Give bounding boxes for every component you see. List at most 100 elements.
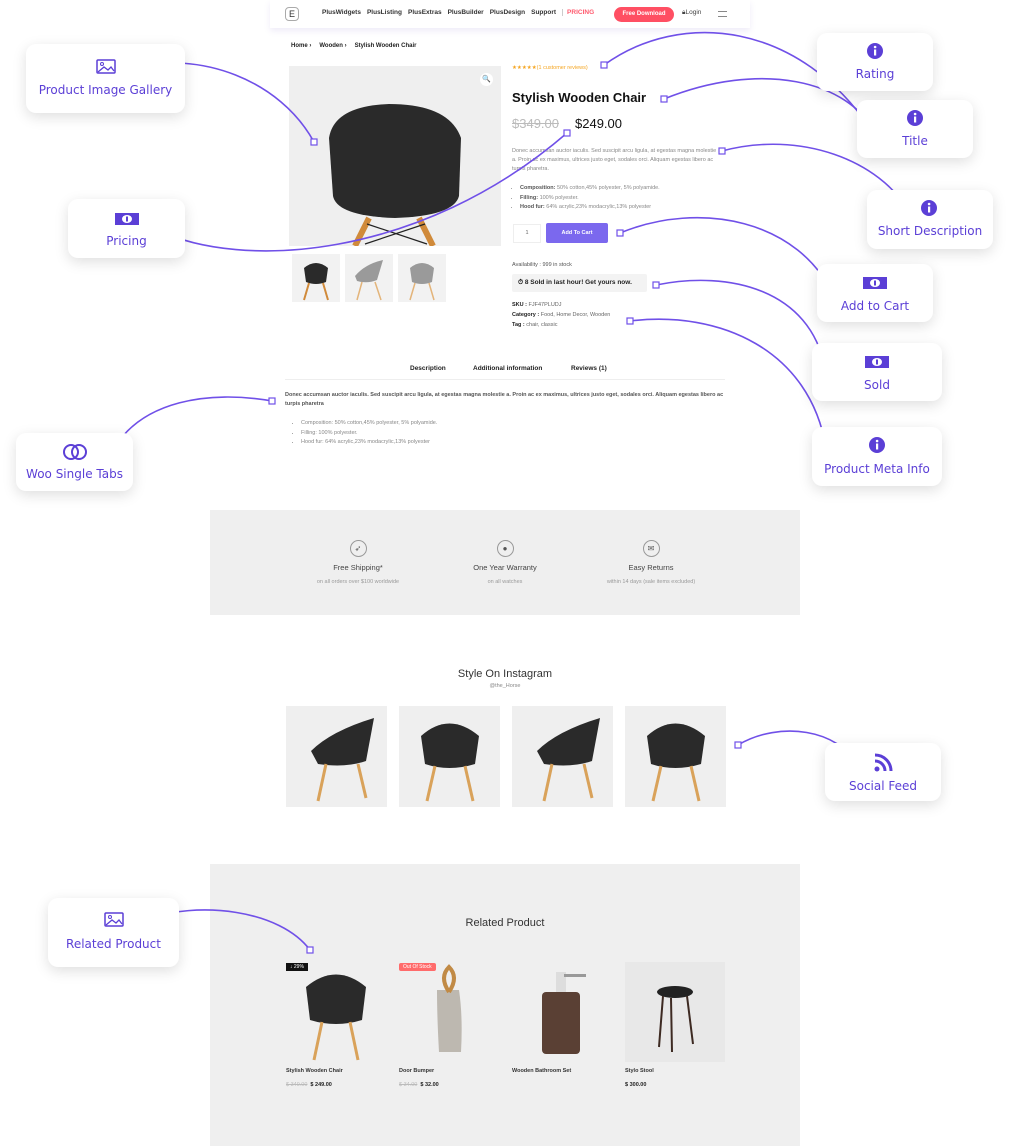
availability: Availability : 999 in stock bbox=[512, 262, 572, 268]
breadcrumb-home[interactable]: Home › bbox=[291, 43, 311, 49]
features-bar: ➶ Free Shipping* on all orders over $100… bbox=[210, 510, 800, 615]
tab-description[interactable]: Description bbox=[410, 365, 446, 372]
callout-label: Short Description bbox=[877, 224, 983, 238]
nav-pluslisting[interactable]: PlusListing bbox=[367, 9, 402, 16]
nav-plusextras[interactable]: PlusExtras bbox=[408, 9, 442, 16]
image-icon bbox=[103, 912, 124, 927]
chair-image bbox=[329, 104, 461, 246]
callout-label: Add to Cart bbox=[840, 299, 910, 313]
thumbnail-2[interactable] bbox=[345, 254, 393, 302]
callout-label: Product Meta Info bbox=[824, 462, 930, 476]
nav-pluswidgets[interactable]: PlusWidgets bbox=[322, 9, 361, 16]
related-product-card[interactable]: Stylo Stool $ 300.00 bbox=[625, 962, 725, 1088]
feature-warranty: ● One Year Warranty on all watches bbox=[425, 540, 585, 585]
banknote-icon bbox=[863, 277, 887, 289]
feature-subtitle: on all orders over $100 worldwide bbox=[316, 579, 400, 585]
feature-title: Free Shipping* bbox=[333, 563, 383, 572]
feature-item: Hood fur: 64% acrylic,23% modacrylic,13%… bbox=[520, 203, 720, 213]
nav-support[interactable]: Support bbox=[531, 9, 556, 16]
connector-sold bbox=[655, 279, 826, 369]
badge-icon: ● bbox=[496, 540, 514, 557]
product-name[interactable]: Stylo Stool bbox=[625, 1068, 725, 1074]
chair-photo bbox=[421, 723, 479, 802]
feature-title: One Year Warranty bbox=[473, 563, 537, 572]
product-name[interactable]: Wooden Bathroom Set bbox=[512, 1068, 612, 1074]
callout-short-description: Short Description bbox=[867, 190, 993, 249]
callout-sold: Sold bbox=[812, 343, 942, 401]
add-to-cart-button[interactable]: Add To Cart bbox=[546, 223, 608, 243]
banknote-icon bbox=[114, 213, 139, 225]
related-title: Related Product bbox=[465, 917, 545, 929]
callout-woo-single-tabs: Woo Single Tabs bbox=[16, 433, 133, 491]
thumbnail-3[interactable] bbox=[398, 254, 446, 302]
rss-icon bbox=[874, 753, 893, 772]
chair-thumb-grey-side bbox=[355, 260, 383, 301]
related-product-card[interactable]: Out Of Stock Door Bumper $ 34.00 $ 32.00 bbox=[399, 962, 499, 1088]
callout-pricing: Pricing bbox=[68, 199, 185, 258]
callout-label: Product Image Gallery bbox=[38, 83, 173, 97]
product-price: $ 300.00 bbox=[625, 1082, 647, 1088]
callout-label: Related Product bbox=[66, 937, 161, 951]
tab-additional-information[interactable]: Additional information bbox=[473, 365, 542, 372]
product-main-image[interactable]: 🔍 bbox=[289, 66, 501, 246]
nav-pricing[interactable]: PRICING bbox=[562, 9, 594, 16]
instagram-post[interactable] bbox=[625, 706, 726, 807]
product-name[interactable]: Stylish Wooden Chair bbox=[286, 1068, 386, 1074]
toggle-circles-icon bbox=[62, 444, 87, 460]
breadcrumb: Home › Wooden › Stylish Wooden Chair bbox=[291, 43, 416, 49]
callout-product-image-gallery: Product Image Gallery bbox=[26, 44, 185, 113]
info-icon bbox=[921, 200, 937, 216]
login-label: Login bbox=[685, 9, 702, 16]
door-bumper-photo bbox=[437, 964, 462, 1052]
product-meta: SKU : FJF47PLUDJ Category : Food, Home D… bbox=[512, 300, 610, 330]
top-navbar: E PlusWidgets PlusListing PlusExtras Plu… bbox=[270, 0, 750, 28]
tab-feature-item: Hood fur: 64% acrylic,23% modacrylic,13%… bbox=[301, 438, 437, 448]
banknote-icon bbox=[865, 356, 889, 368]
feature-subtitle: on all watches bbox=[487, 579, 523, 585]
instagram-handle[interactable]: @the_Horse bbox=[285, 683, 725, 689]
connector-meta bbox=[629, 318, 827, 449]
tab-reviews[interactable]: Reviews (1) bbox=[571, 365, 607, 372]
callout-product-meta-info: Product Meta Info bbox=[812, 427, 942, 486]
star-rating-icon: ★★★★★ bbox=[512, 65, 537, 71]
product-name[interactable]: Door Bumper bbox=[399, 1068, 499, 1074]
info-icon bbox=[869, 437, 885, 453]
chair-photo bbox=[306, 974, 366, 1061]
out-of-stock-badge: Out Of Stock bbox=[399, 963, 436, 971]
category-row[interactable]: Category : Food, Home Decor, Wooden bbox=[512, 310, 610, 320]
free-download-button[interactable]: Free Download bbox=[614, 7, 674, 22]
callout-social-feed: Social Feed bbox=[825, 743, 941, 801]
product-rating[interactable]: ★★★★★(1 customer reviews) bbox=[512, 65, 588, 71]
nav-plusbuilder[interactable]: PlusBuilder bbox=[448, 9, 484, 16]
login-link[interactable]: 🔒︎Login bbox=[682, 9, 701, 17]
chair-photo bbox=[647, 723, 705, 802]
feature-subtitle: within 14 days (sale items excluded) bbox=[606, 579, 696, 585]
instagram-post[interactable] bbox=[286, 706, 387, 807]
thumbnail-1[interactable] bbox=[292, 254, 340, 302]
tab-feature-item: Filling: 100% polyester. bbox=[301, 429, 437, 439]
info-icon bbox=[907, 110, 923, 126]
callout-label: Rating bbox=[855, 67, 895, 81]
feature-item: Filling: 100% polyester. bbox=[520, 194, 720, 204]
site-logo[interactable]: E bbox=[285, 7, 299, 21]
sku-row: SKU : FJF47PLUDJ bbox=[512, 302, 562, 308]
sold-notice: ⏱ 8 Sold in last hour! Get yours now. bbox=[512, 274, 647, 292]
chair-photo bbox=[537, 718, 600, 802]
nav-plusdesign[interactable]: PlusDesign bbox=[490, 9, 525, 16]
callout-label: Pricing bbox=[106, 234, 147, 248]
hamburger-icon[interactable] bbox=[718, 11, 727, 17]
callout-title: Title bbox=[857, 100, 973, 158]
breadcrumb-wooden[interactable]: Wooden › bbox=[319, 43, 346, 49]
chair-photo bbox=[311, 718, 374, 802]
related-product-card[interactable]: Wooden Bathroom Set bbox=[512, 962, 612, 1074]
product-tabs: Description Additional information Revie… bbox=[285, 362, 725, 380]
quantity-input[interactable]: 1 bbox=[513, 224, 541, 243]
instagram-post[interactable] bbox=[512, 706, 613, 807]
review-count-link[interactable]: (1 customer reviews) bbox=[537, 65, 588, 71]
related-product-card[interactable]: ↓ 29% Stylish Wooden Chair $ 349.00 $ 249… bbox=[286, 962, 386, 1088]
zoom-icon[interactable]: 🔍 bbox=[480, 73, 493, 86]
stool-photo bbox=[657, 986, 694, 1053]
info-icon bbox=[867, 43, 883, 59]
tag-row[interactable]: Tag : chair, classic bbox=[512, 320, 610, 330]
instagram-post[interactable] bbox=[399, 706, 500, 807]
